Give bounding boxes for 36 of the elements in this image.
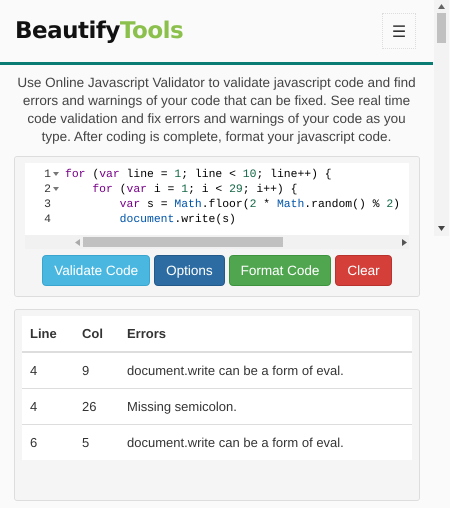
menu-button[interactable]: ☰ xyxy=(382,13,416,49)
code-editor[interactable]: 1 for (var line = 1; line < 10; line++) { 2 for (var i = 1; i < 29; i++) { 3 var s = Math.floor(2 * Math.random() % 2) 4 document.write(s) xyxy=(25,163,409,249)
table-cell: 9 xyxy=(74,352,119,388)
code-line: document.write(s) xyxy=(118,214,236,226)
scroll-right-arrow-icon[interactable] xyxy=(402,238,407,246)
table-cell: document.write can be a form of eval. xyxy=(119,424,412,460)
code-line: var s = Math.floor(2 * Math.random() % 2) xyxy=(118,198,400,210)
table-cell: Missing semicolon. xyxy=(119,388,412,424)
action-button[interactable]: Options xyxy=(154,255,225,286)
action-button[interactable]: Format Code xyxy=(228,255,332,286)
scrollbar-thumb[interactable] xyxy=(83,237,283,247)
table-cell: 4 xyxy=(22,388,74,424)
site-logo[interactable]: BeautifyTools xyxy=(15,18,184,44)
action-button[interactable]: Clear xyxy=(335,255,392,286)
table-cell: 6 xyxy=(22,424,74,460)
column-header: Line xyxy=(22,316,74,352)
table-cell: 4 xyxy=(22,352,74,388)
page-scrollbar[interactable] xyxy=(434,0,449,236)
scrollbar-thumb[interactable] xyxy=(437,13,446,43)
horizontal-scrollbar[interactable] xyxy=(25,235,409,249)
scroll-down-arrow-icon[interactable] xyxy=(438,226,445,231)
line-number: 3 xyxy=(43,198,51,210)
line-number: 1 xyxy=(43,168,51,180)
column-header: Col xyxy=(74,316,119,352)
description-text: Use Online Javascript Validator to validate javascript code and find errors and warnings of your code that can be fixed. See real time code validation and fix errors and warnings of your code as you type. After coding is complete, format your javascript code. xyxy=(16,74,417,146)
code-line: for (var i = 1; i < 29; i++) { xyxy=(91,184,298,196)
fold-arrow-icon[interactable] xyxy=(53,172,59,177)
fold-arrow-icon[interactable] xyxy=(53,187,59,192)
table-cell: document.write can be a form of eval. xyxy=(119,352,412,388)
table-cell: 26 xyxy=(74,388,119,424)
column-header: Errors xyxy=(119,316,412,352)
scroll-up-arrow-icon[interactable] xyxy=(438,4,445,9)
line-number: 2 xyxy=(43,184,51,196)
line-number: 4 xyxy=(43,214,51,226)
table-cell: 5 xyxy=(74,424,119,460)
code-line: for (var line = 1; line < 10; line++) { xyxy=(64,168,332,180)
